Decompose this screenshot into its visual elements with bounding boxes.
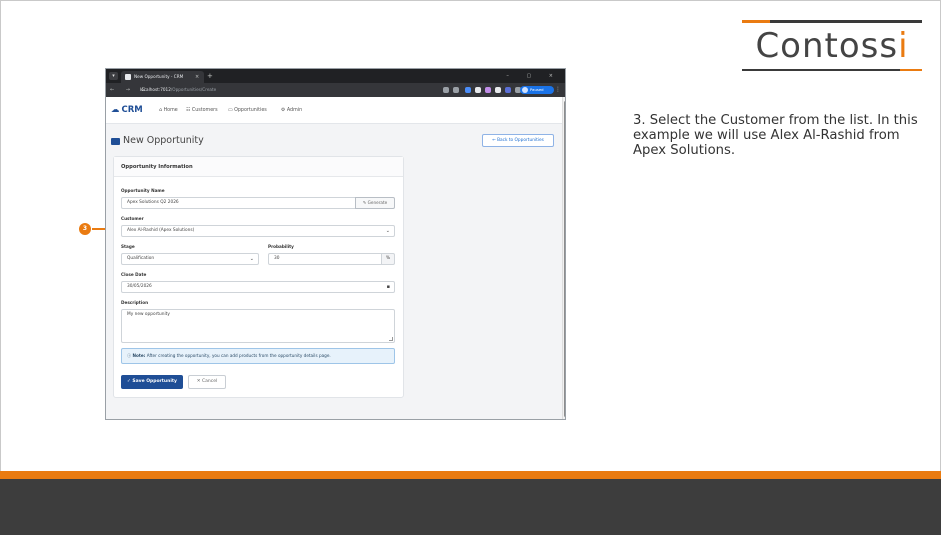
brand-line-accent <box>742 20 770 23</box>
brand-name-accent: i <box>898 26 909 66</box>
resize-handle-icon[interactable] <box>389 337 393 341</box>
nav-item-opportunities[interactable]: ▭ Opportunities <box>228 97 267 124</box>
generate-name-button[interactable]: ✎ Generate <box>355 197 395 209</box>
crm-logo-text: CRM <box>121 105 143 115</box>
app-navbar: ☁ CRM ⌂ Home ☷ Customers ▭ Opportunities … <box>106 97 562 124</box>
opportunity-name-input[interactable]: Apex Solutions Q2 2026 <box>121 197 356 209</box>
probability-percent-addon: % <box>381 253 395 265</box>
card-header: Opportunity Information <box>114 157 403 177</box>
stage-selected-value: Qualification <box>127 256 155 261</box>
page-title: New Opportunity <box>123 135 204 146</box>
brand-name: Contossi <box>742 26 922 66</box>
stage-select[interactable]: Qualification ⌄ <box>121 253 259 265</box>
calendar-icon[interactable]: ▪ <box>387 282 390 292</box>
cloud-icon: ☁ <box>111 105 120 115</box>
customer-selected-value: Alex Al-Rashid (Apex Solutions) <box>127 228 195 233</box>
brand-name-main: Contoss <box>755 26 899 66</box>
tab-title: New Opportunity - CRM <box>134 74 184 79</box>
brand-line-bottom <box>742 69 922 71</box>
extension-icon[interactable] <box>475 87 481 93</box>
note-text: After creating the opportunity, you can … <box>145 353 331 358</box>
briefcase-icon <box>111 138 120 145</box>
profile-paused-label: Paused <box>530 87 544 92</box>
card-title: Opportunity Information <box>121 164 193 170</box>
url-host: localhost:7012 <box>140 87 171 92</box>
close-date-value: 30/05/2026 <box>127 284 152 289</box>
nav-item-home[interactable]: ⌂ Home <box>159 97 178 124</box>
description-textarea[interactable]: My new opportunity <box>121 309 395 343</box>
instruction-text: 3. Select the Customer from the list. In… <box>633 113 918 158</box>
footer-accent-bar <box>0 471 941 479</box>
extension-icon[interactable] <box>465 87 471 93</box>
address-bar: ← → C localhost:7012/Opportunities/Creat… <box>106 83 565 97</box>
probability-label: Probability <box>268 244 294 249</box>
list-icon: ☷ <box>186 108 191 113</box>
opportunity-form-card: Opportunity Information Opportunity Name… <box>113 156 404 398</box>
window-controls[interactable]: – ▢ × <box>506 69 561 83</box>
url-path: /Opportunities/Create <box>170 87 217 92</box>
zoom-icon[interactable] <box>443 87 449 93</box>
close-date-input[interactable]: 30/05/2026 ▪ <box>121 281 395 293</box>
save-opportunity-button[interactable]: ✓ Save Opportunity <box>121 375 183 389</box>
browser-tab[interactable]: New Opportunity - CRM × <box>121 71 204 83</box>
brand-line-bottom-accent <box>900 69 922 71</box>
footer-bar <box>0 479 941 535</box>
nav-item-customers[interactable]: ☷ Customers <box>186 97 218 124</box>
scrollbar-thumb[interactable] <box>564 101 565 417</box>
extension-icon[interactable] <box>495 87 501 93</box>
home-icon: ⌂ <box>159 108 163 113</box>
gear-icon: ⚙ <box>281 108 286 113</box>
brand-logo: Contossi <box>742 20 922 72</box>
new-tab-icon[interactable]: + <box>207 70 213 82</box>
browser-window: ▾ New Opportunity - CRM × + – ▢ × ← → C … <box>105 68 566 420</box>
browser-menu-icon[interactable]: ⋮ <box>555 83 561 97</box>
description-label: Description <box>121 300 149 305</box>
back-to-opportunities-button[interactable]: ← Back to Opportunities <box>482 134 554 147</box>
chevron-down-icon: ⌄ <box>385 228 390 234</box>
crm-logo[interactable]: ☁ CRM <box>111 97 143 124</box>
cancel-button[interactable]: ✕ Cancel <box>188 375 226 389</box>
info-note: ⓘ Note: After creating the opportunity, … <box>121 348 395 364</box>
profile-avatar-icon <box>522 87 528 93</box>
tab-search-icon[interactable]: ▾ <box>109 72 118 80</box>
stage-label: Stage <box>121 244 135 249</box>
window-icon: ▭ <box>228 108 233 113</box>
profile-paused-button[interactable]: Paused <box>520 86 554 94</box>
tab-bar: ▾ New Opportunity - CRM × + – ▢ × <box>106 69 565 83</box>
nav-item-admin[interactable]: ⚙ Admin <box>281 97 302 124</box>
customer-select[interactable]: Alex Al-Rashid (Apex Solutions) ⌄ <box>121 225 395 237</box>
info-icon: ⓘ <box>127 353 132 358</box>
probability-input[interactable]: 30 <box>268 253 382 265</box>
chevron-down-icon: ⌄ <box>249 256 254 262</box>
customer-label: Customer <box>121 216 144 221</box>
page-favicon-icon <box>125 74 131 80</box>
tab-close-icon[interactable]: × <box>195 71 199 83</box>
opportunity-name-label: Opportunity Name <box>121 188 165 193</box>
nav-item-label: Customers <box>191 108 218 113</box>
note-strong: Note: <box>132 353 146 358</box>
extension-icon[interactable] <box>485 87 491 93</box>
nav-item-label: Home <box>163 108 178 113</box>
url-field[interactable]: localhost:7012/Opportunities/Create <box>140 83 216 97</box>
star-icon[interactable] <box>453 87 459 93</box>
extension-icon[interactable] <box>505 87 511 93</box>
page-scrollbar[interactable] <box>562 97 565 419</box>
step-callout: 3 <box>79 223 91 235</box>
close-date-label: Close Date <box>121 272 147 277</box>
nav-item-label: Opportunities <box>234 108 267 113</box>
description-value: My new opportunity <box>127 312 170 317</box>
nav-item-label: Admin <box>286 108 303 113</box>
